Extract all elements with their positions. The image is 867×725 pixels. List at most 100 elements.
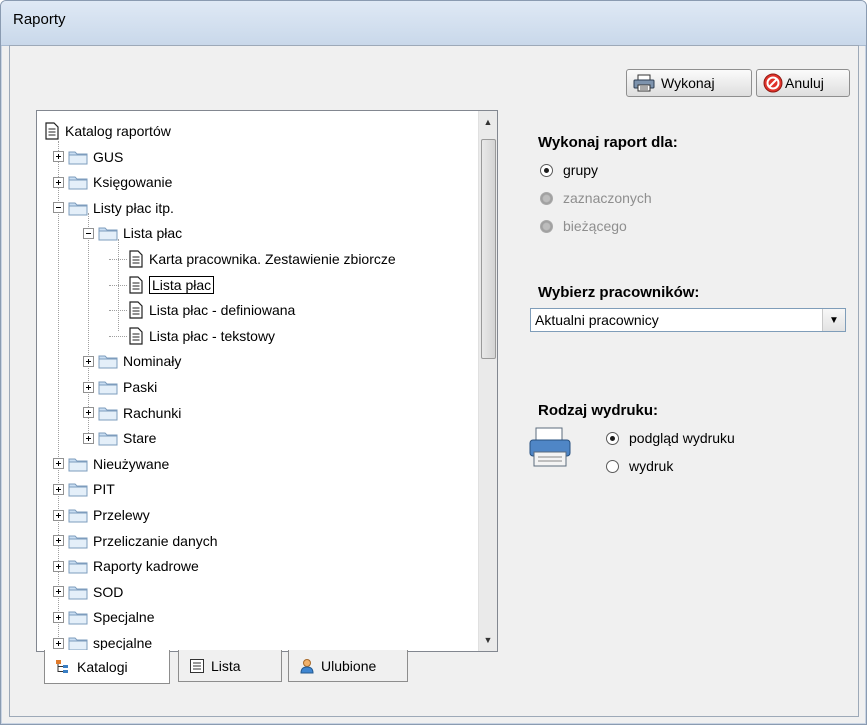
tree-connector [109,284,127,286]
expand-icon[interactable] [53,611,64,623]
radio-button [540,191,553,205]
print-option-preview[interactable]: podgląd wydruku [606,430,735,446]
tree-folder-item[interactable]: Stare [83,426,156,450]
tree-folder-item[interactable]: Specjalne [53,605,155,629]
tree-folder-item[interactable]: SOD [53,580,123,604]
print-type-heading: Rodzaj wydruku: [538,402,659,419]
collapse-icon[interactable] [53,202,64,214]
tree-folder-item[interactable]: Nieużywane [53,452,169,476]
expand-icon[interactable] [53,176,64,188]
scroll-down-icon[interactable]: ▼ [479,631,497,649]
expand-icon[interactable] [83,355,94,367]
tree-root-label: Katalog raportów [65,123,171,139]
user-icon [300,658,314,673]
folder-icon [68,176,88,190]
tree-folder-item[interactable]: Raporty kadrowe [53,554,199,578]
run-for-option-grupy[interactable]: grupy [540,162,598,178]
run-for-heading: Wykonaj raport dla: [538,134,678,151]
folder-icon [98,381,118,395]
expand-icon[interactable] [53,535,64,547]
printer-icon [633,74,655,92]
list-icon [190,658,204,673]
print-option-print[interactable]: wydruk [606,458,673,474]
tree-folder-item[interactable]: Nominały [83,349,181,373]
radio-label: wydruk [629,458,674,474]
tree-folder-item[interactable]: Przelewy [53,503,150,527]
collapse-icon[interactable] [83,227,94,239]
expand-icon[interactable] [53,151,64,163]
expand-icon[interactable] [53,509,64,521]
tree-report-item[interactable]: Lista płac [129,273,215,297]
report-document-icon [129,275,143,294]
scroll-thumb[interactable] [481,139,496,359]
tree-item-label-selected: Lista płac [149,275,215,294]
folder-icon [68,586,88,600]
expand-icon[interactable] [53,560,64,572]
expand-icon[interactable] [83,407,94,419]
employees-selected-value: Aktualni pracownicy [535,312,659,328]
tree-item-label: Lista płac - tekstowy [149,327,276,344]
chevron-down-icon[interactable]: ▼ [822,309,845,331]
report-document-icon [45,122,59,140]
radio-label: zaznaczonych [563,190,652,206]
folder-icon [98,407,118,421]
expand-icon[interactable] [83,432,94,444]
tree-folder-item[interactable]: Lista płac [83,221,182,245]
expand-icon[interactable] [83,381,94,393]
folder-icon [68,151,88,165]
radio-button[interactable] [606,431,619,445]
expand-icon[interactable] [53,637,64,649]
employees-select[interactable]: Aktualni pracownicy ▼ [530,308,846,332]
tree-report-item[interactable]: Lista płac - definiowana [129,298,295,322]
folder-icon [98,355,118,369]
hierarchy-icon [56,659,68,673]
tree-folder-item[interactable]: PIT [53,477,115,501]
cancel-label: Anuluj [785,75,824,91]
execute-button[interactable]: Wykonaj [626,69,752,97]
tab-label: Katalogi [77,658,128,675]
tree-folder-item[interactable]: Przeliczanie danych [53,529,218,553]
tree-item-label: Przeliczanie danych [93,532,218,549]
tree-folder-item[interactable]: Paski [83,375,157,399]
radio-button[interactable] [606,459,619,473]
reports-window: Raporty Wykonaj Anuluj Katalog raportów G… [0,0,867,725]
report-tree[interactable]: Katalog raportów GUS Księgowanie Listy płac… [37,111,477,651]
tree-root[interactable]: Katalog raportów [45,119,171,143]
tab-katalogi[interactable]: Katalogi [44,650,170,684]
tree-scrollbar[interactable]: ▲ ▼ [478,111,497,651]
expand-icon[interactable] [53,586,64,598]
tree-item-label: Nieużywane [93,455,170,472]
scroll-up-icon[interactable]: ▲ [479,113,497,131]
tree-folder-item[interactable]: Listy płac itp. [53,196,174,220]
execute-label: Wykonaj [661,75,715,91]
radio-button [540,219,553,233]
title-bar: Raporty [1,1,866,46]
tree-item-label: Lista płac - definiowana [149,302,296,319]
folder-icon [68,483,88,497]
tab-ulubione[interactable]: Ulubione [288,650,408,682]
tree-item-label: Lista płac [123,225,183,242]
radio-button[interactable] [540,163,553,177]
tree-report-item[interactable]: Karta pracownika. Zestawienie zbiorcze [129,247,396,271]
tree-item-label: Listy płac itp. [93,199,174,216]
tree-item-label: Raporty kadrowe [93,558,199,575]
cancel-button[interactable]: Anuluj [756,69,850,97]
tree-item-label: Paski [123,379,158,395]
expand-icon[interactable] [53,458,64,470]
tab-lista[interactable]: Lista [178,650,282,682]
folder-icon [68,509,88,523]
tree-folder-item[interactable]: specjalne [53,631,152,651]
tree-folder-item[interactable]: Księgowanie [53,170,172,194]
expand-icon[interactable] [53,483,64,495]
tree-report-item[interactable]: Lista płac - tekstowy [129,324,275,348]
tree-folder-item[interactable]: GUS [53,145,123,169]
folder-icon [68,560,88,574]
radio-label: podgląd wydruku [629,430,735,446]
dialog-body: Wykonaj Anuluj Katalog raportów GUS Księgo… [9,45,859,717]
folder-icon [68,458,88,472]
report-document-icon [129,250,143,268]
tree-item-label: Księgowanie [93,174,173,191]
tree-item-label: Rachunki [123,404,182,421]
tree-connector [109,310,127,312]
tree-folder-item[interactable]: Rachunki [83,401,181,425]
